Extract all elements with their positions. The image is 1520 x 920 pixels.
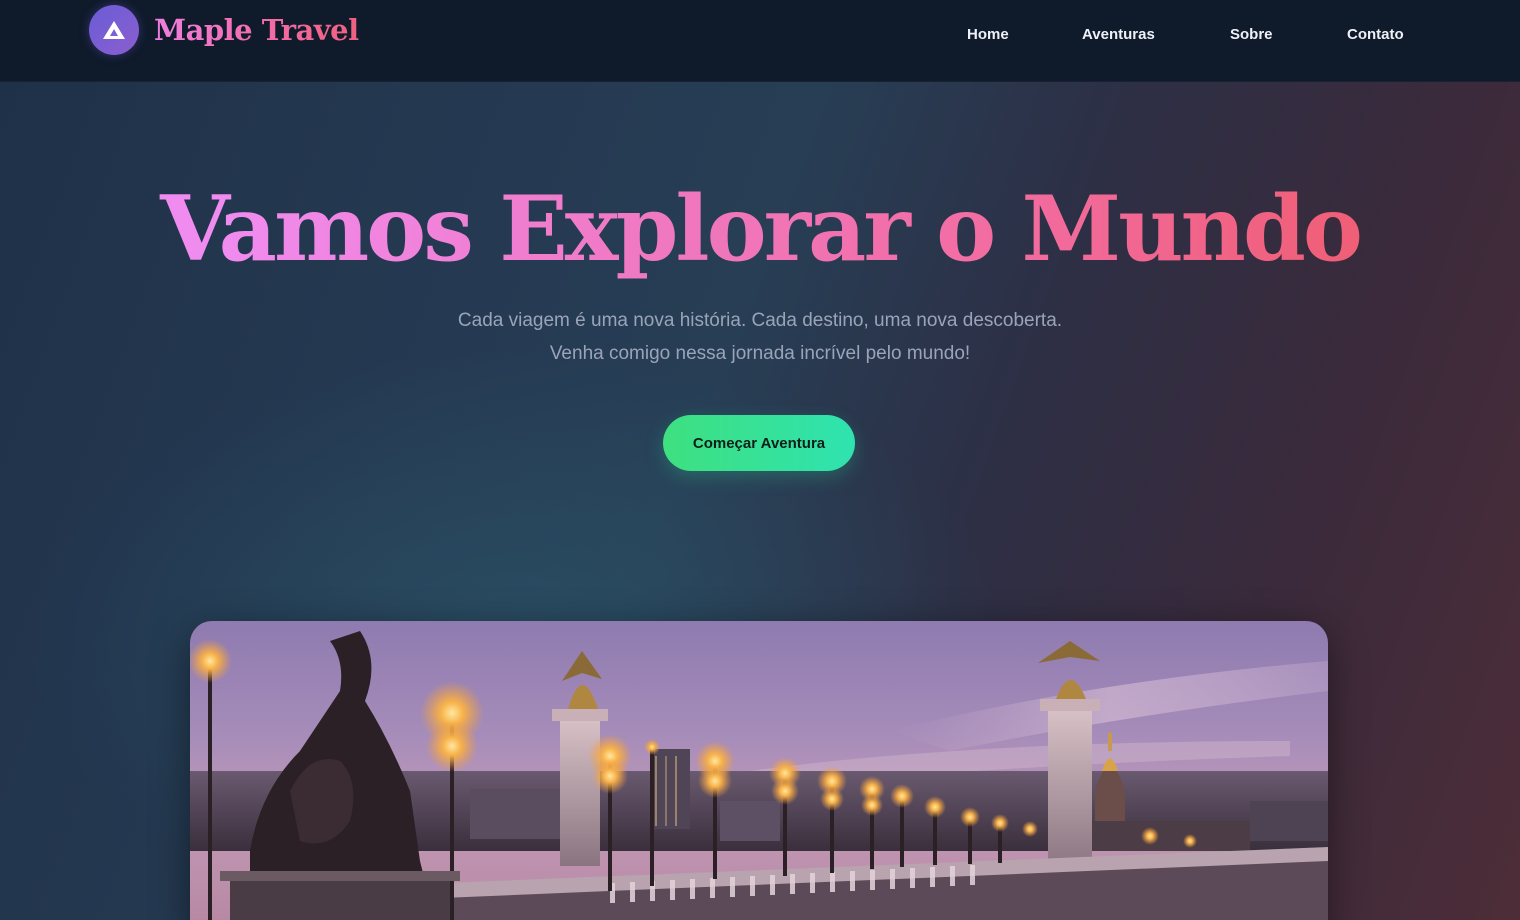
hero-section: Vamos Explorar o Mundo Cada viagem é uma… [0, 82, 1520, 920]
nav-home-link[interactable]: Home [967, 23, 1009, 47]
nav-adventures-link[interactable]: Aventuras [1082, 23, 1155, 47]
start-adventure-button[interactable]: Começar Aventura [663, 415, 855, 471]
main-nav: Home Aventuras Sobre Contato [0, 23, 1520, 47]
hero-photo [190, 621, 1328, 920]
hero-title: Vamos Explorar o Mundo [0, 174, 1520, 284]
hero-subtitle: Cada viagem é uma nova história. Cada de… [457, 310, 1063, 364]
nav-contact-link[interactable]: Contato [1347, 23, 1404, 47]
site-header: Maple Travel Home Aventuras Sobre Contat… [0, 0, 1520, 82]
nav-about-link[interactable]: Sobre [1230, 23, 1273, 47]
